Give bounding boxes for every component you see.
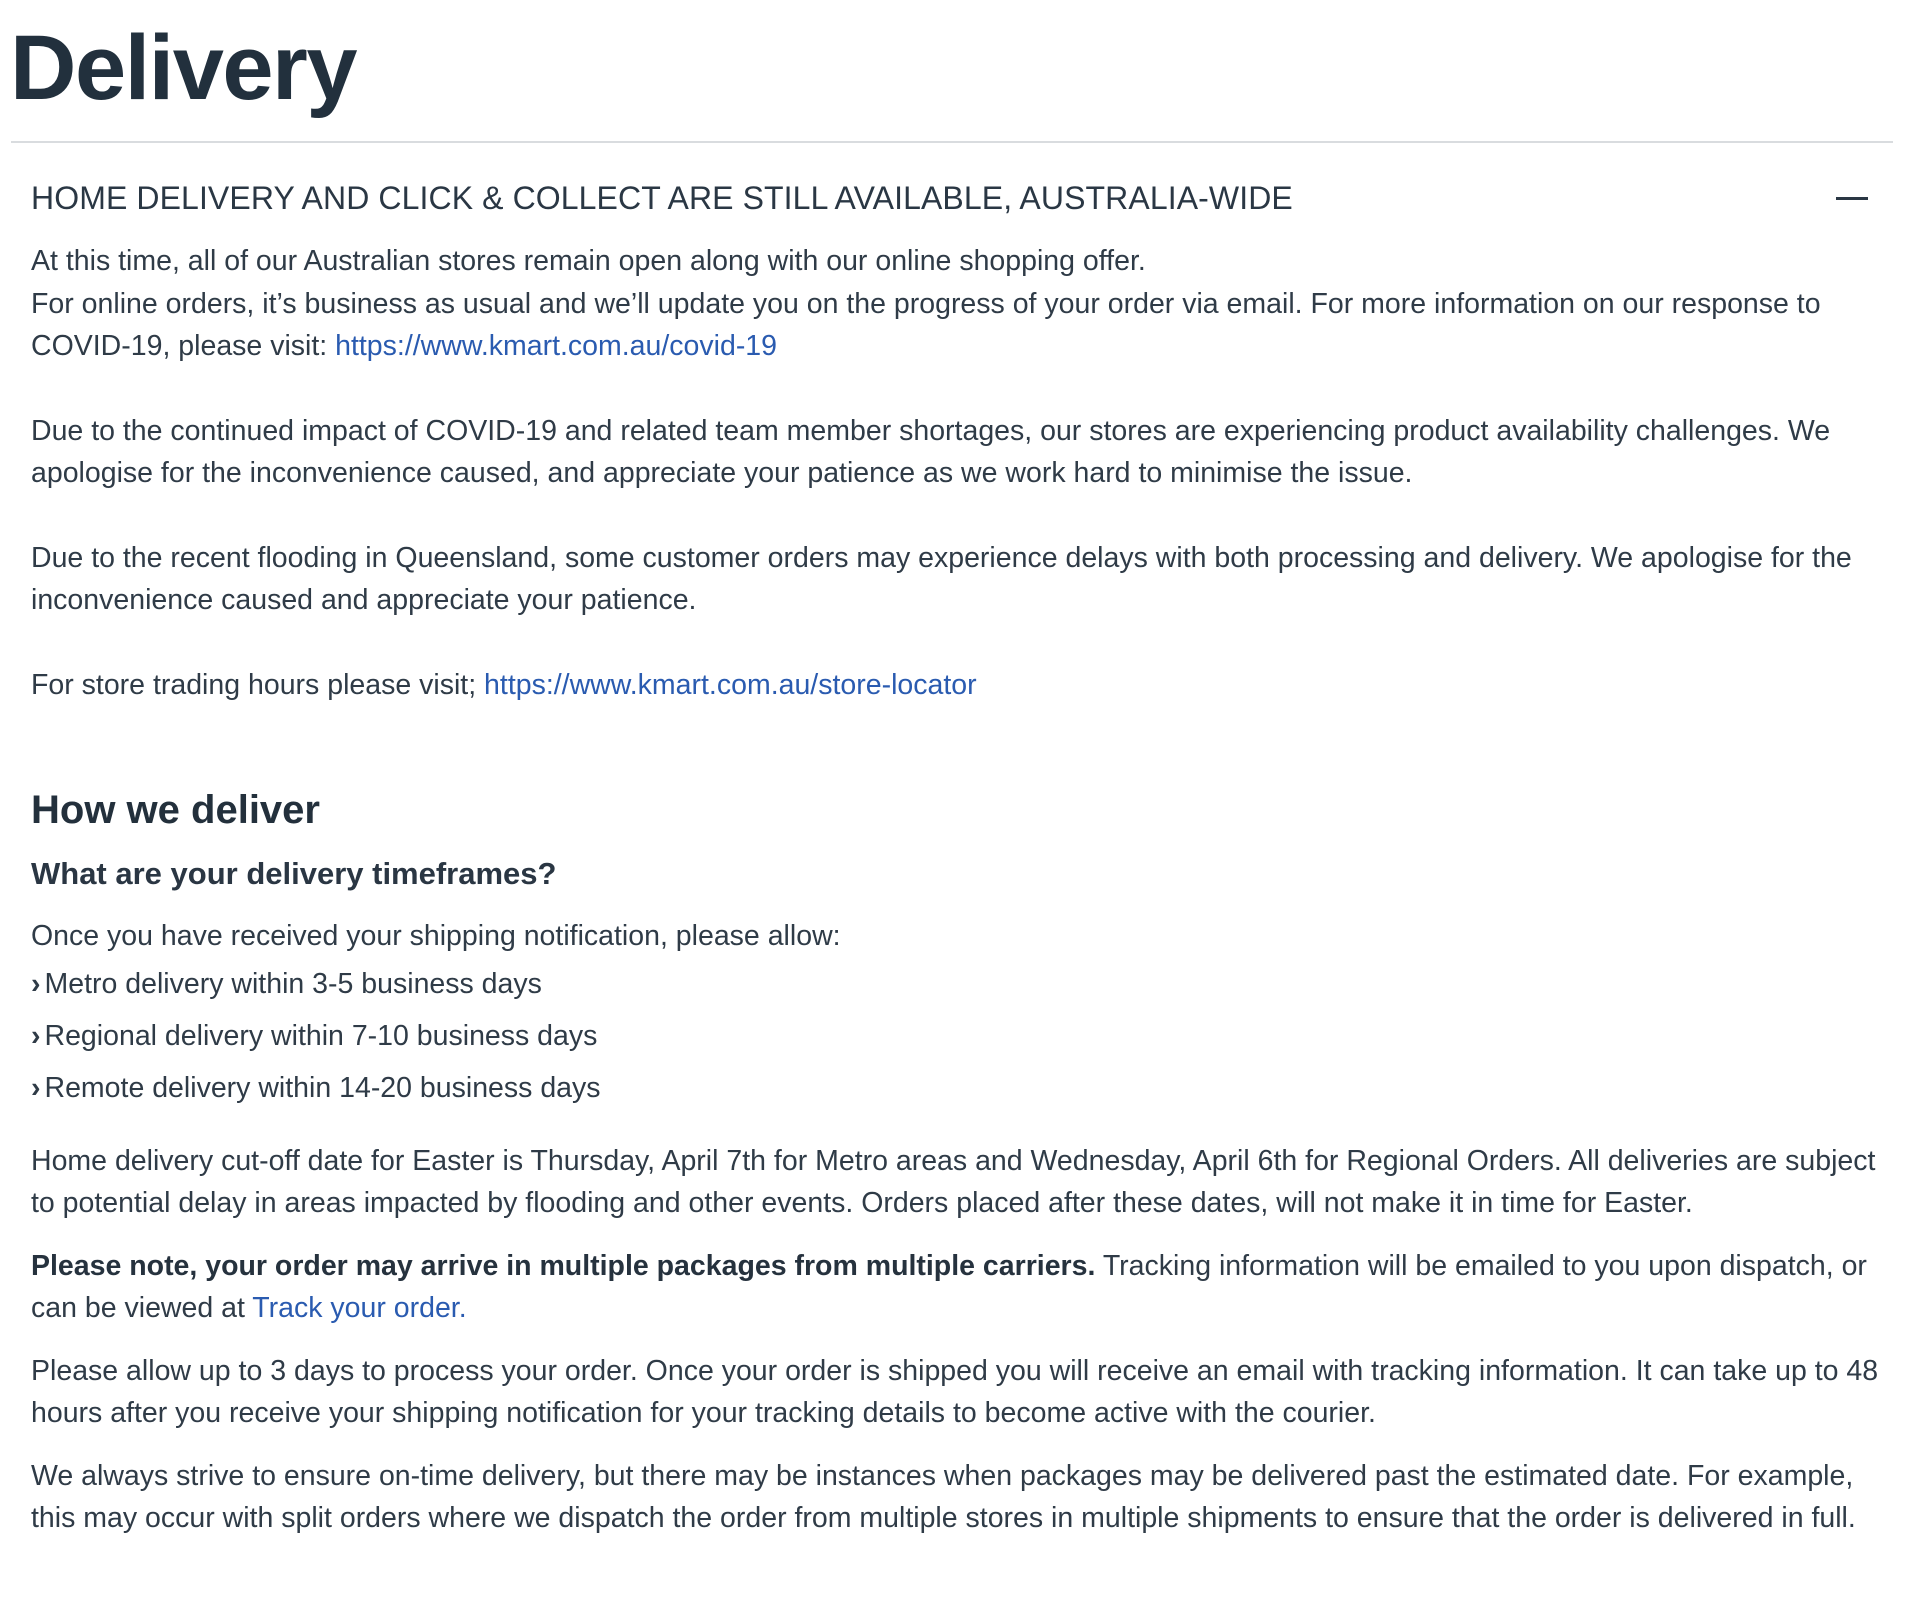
content: At this time, all of our Australian stor… [31,240,1891,1540]
list-item-text: Metro delivery within 3-5 business days [44,967,542,1000]
note-bold: Please note, your order may arrive in mu… [31,1249,1096,1282]
sub-heading: What are your delivery timeframes? [31,856,557,891]
processing-paragraph: Please allow up to 3 days to process you… [31,1354,1879,1430]
easter-paragraph: Home delivery cut-off date for Easter is… [31,1144,1876,1220]
list-item-text: Regional delivery within 7-10 business d… [44,1019,598,1052]
list-item: › Regional delivery within 7-10 business … [31,1010,1891,1062]
covid-link[interactable]: https://www.kmart.com.au/covid-19 [335,330,777,362]
divider [11,141,1893,143]
timeframe-list: › Metro delivery within 3-5 business days… [31,958,1891,1114]
list-item: › Remote delivery within 14-20 business d… [31,1062,1891,1114]
paragraph-text: At this time, all of our Australian stor… [31,245,1146,277]
flooding-paragraph: Due to the recent flooding in Queensland… [31,541,1852,617]
list-item-text: Remote delivery within 14-20 business da… [44,1071,601,1104]
ontime-paragraph: We always strive to ensure on-time deliv… [31,1459,1856,1535]
note-paragraph: Please note, your order may arrive in mu… [31,1245,1891,1330]
chevron-right-icon: › [31,967,41,1000]
store-locator-link[interactable]: https://www.kmart.com.au/store-locator [484,669,977,701]
accordion-title[interactable]: HOME DELIVERY AND CLICK & COLLECT ARE ST… [31,178,1293,218]
covid-paragraph: At this time, all of our Australian stor… [31,240,1891,368]
store-hours-paragraph: For store trading hours please visit; ht… [31,664,1891,707]
chevron-right-icon: › [31,1019,41,1052]
chevron-right-icon: › [31,1071,41,1104]
shortage-paragraph: Due to the continued impact of COVID-19 … [31,414,1831,490]
paragraph-text: For online orders, it’s business as usua… [31,287,1821,363]
intro-text: Once you have received your shipping not… [31,920,841,952]
delivery-page: Delivery HOME DELIVERY AND CLICK & COLLE… [0,0,1922,1602]
list-item: › Metro delivery within 3-5 business days [31,958,1891,1010]
minus-icon[interactable] [1836,196,1870,202]
section-heading: How we deliver [31,788,320,832]
track-order-link[interactable]: Track your order. [252,1292,466,1324]
page-title: Delivery [10,17,358,119]
paragraph-text: For store trading hours please visit; [31,668,485,701]
